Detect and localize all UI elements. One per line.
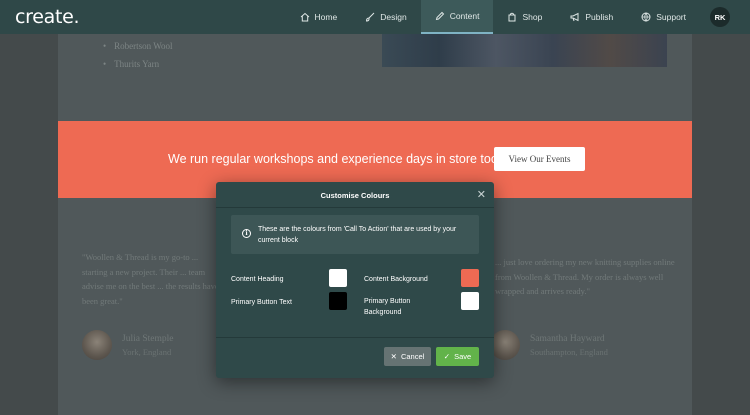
check-icon: ✓ (443, 352, 451, 361)
bag-icon (508, 12, 516, 22)
megaphone-icon (570, 12, 579, 22)
save-label: Save (454, 352, 472, 361)
nav-item-label: Support (656, 12, 686, 22)
author-name: Samantha Hayward (530, 333, 605, 344)
close-icon[interactable]: ✕ (477, 190, 486, 201)
nav-item-label: Publish (585, 12, 614, 22)
customise-colours-modal: Customise Colours ✕ i These are the colo… (216, 182, 494, 378)
author-name: Julia Stemple (122, 333, 174, 344)
nav-item-label: Home (314, 12, 338, 22)
view-events-button[interactable]: View Our Events (494, 147, 585, 171)
author-photo (82, 330, 112, 360)
modal-divider (216, 207, 494, 208)
logo[interactable]: create. (15, 6, 80, 28)
home-icon (300, 12, 309, 22)
primary-button-text-swatch[interactable] (329, 292, 347, 310)
save-button[interactable]: ✓ Save (436, 347, 479, 366)
nav-items: Home Design Content Shop Publish Support… (286, 0, 750, 34)
nav-item-support[interactable]: Support (627, 0, 700, 34)
modal-divider (216, 337, 494, 338)
testimonial-author: Julia Stemple York, England (82, 330, 173, 360)
list-item: Robertson Wool (103, 41, 172, 51)
nav-item-label: Shop (522, 12, 543, 22)
top-navigation: create. Home Design Content Shop Publish… (0, 0, 750, 34)
nav-item-publish[interactable]: Publish (556, 0, 627, 34)
author-location: York, England (122, 346, 172, 357)
yarn-image (382, 34, 667, 67)
close-icon: ✕ (390, 352, 397, 361)
brush-icon (366, 12, 375, 22)
testimonial-quote: ... just love ordering my new knitting s… (495, 257, 675, 296)
avatar-wrap: RK (700, 0, 750, 34)
nav-item-design[interactable]: Design (351, 0, 420, 34)
testimonial-quote: "Woollen & Thread is my go-to ... starti… (82, 252, 219, 306)
cancel-label: Cancel (400, 352, 425, 361)
info-text: These are the colours from 'Call To Acti… (258, 226, 457, 244)
testimonial-author: Samantha Hayward Southampton, England (490, 330, 608, 360)
nav-item-label: Design (380, 12, 407, 22)
author-photo (490, 330, 520, 360)
info-box: i These are the colours from 'Call To Ac… (231, 215, 479, 254)
supplier-list: Robertson Wool Thurits Yarn (103, 41, 173, 77)
content-heading-swatch[interactable] (329, 269, 347, 287)
author-location: Southampton, England (530, 346, 608, 357)
cancel-button[interactable]: ✕ Cancel (384, 347, 431, 366)
nav-item-shop[interactable]: Shop (493, 0, 556, 34)
field-label: Primary Button Text (231, 299, 292, 306)
nav-item-home[interactable]: Home (286, 0, 352, 34)
modal-title: Customise Colours (320, 191, 390, 200)
edit-icon (435, 11, 444, 21)
nav-item-content[interactable]: Content (420, 0, 494, 34)
list-item: Thurits Yarn (103, 59, 173, 69)
field-label: Primary Button Background (364, 298, 411, 316)
globe-icon (641, 12, 651, 22)
content-background-swatch[interactable] (461, 269, 479, 287)
primary-button-background-swatch[interactable] (461, 292, 479, 310)
field-label: Content Background (364, 276, 428, 283)
cta-text: We run regular workshops and experience … (168, 152, 498, 166)
nav-item-label: Content (449, 11, 480, 21)
avatar[interactable]: RK (710, 7, 730, 27)
field-label: Content Heading (231, 276, 284, 283)
info-icon: i (242, 229, 251, 238)
